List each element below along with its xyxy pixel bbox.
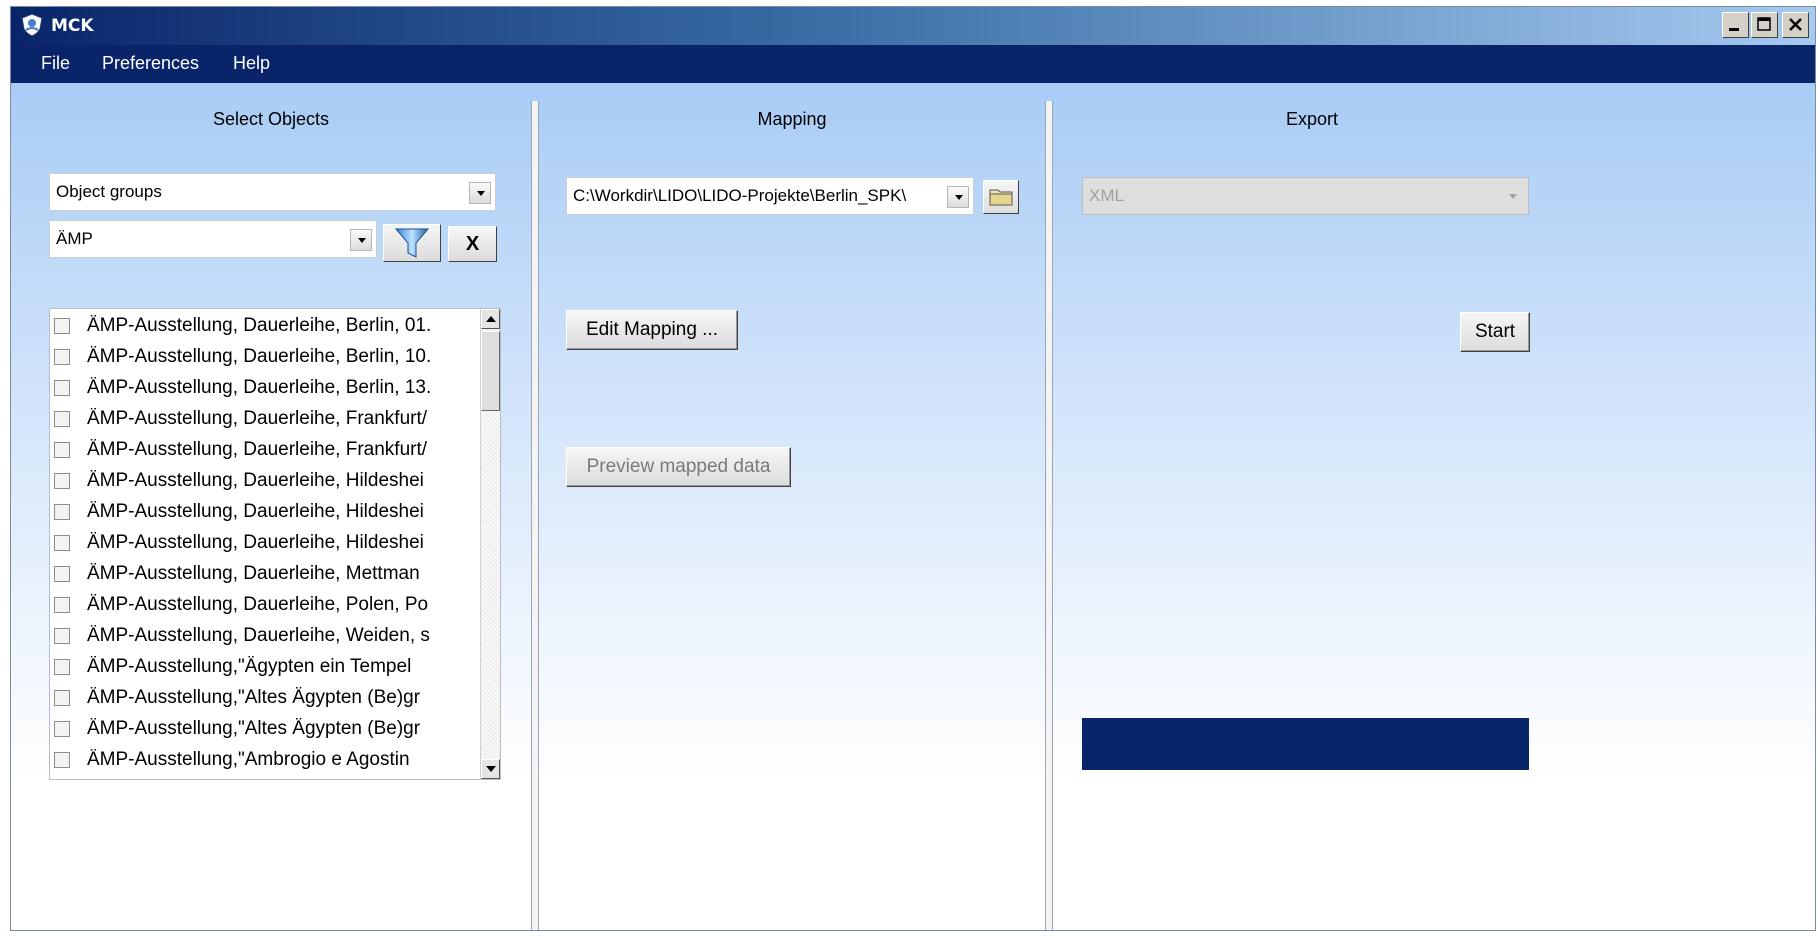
- menu-file[interactable]: File: [41, 53, 70, 74]
- chevron-down-icon: [1502, 186, 1524, 208]
- item-checkbox[interactable]: [54, 659, 70, 675]
- clear-filter-button[interactable]: X: [448, 226, 497, 262]
- item-checkbox[interactable]: [54, 411, 70, 427]
- panel-divider-left[interactable]: [531, 101, 539, 930]
- item-checkbox[interactable]: [54, 721, 70, 737]
- mapping-path-value: C:\Workdir\LIDO\LIDO-Projekte\Berlin_SPK…: [573, 186, 907, 205]
- item-label: ÄMP-Ausstellung, Dauerleihe, Berlin, 10.: [87, 346, 432, 367]
- list-item[interactable]: ÄMP-Ausstellung, Dauerleihe, Berlin, 10.: [50, 343, 482, 374]
- group-value-select[interactable]: ÄMP: [49, 220, 377, 258]
- menu-bar: File Preferences Help: [11, 45, 1815, 83]
- group-value: ÄMP: [56, 229, 93, 248]
- title-bar[interactable]: MCK: [11, 7, 1815, 45]
- export-format-select[interactable]: XML: [1082, 177, 1529, 215]
- item-checkbox[interactable]: [54, 752, 70, 768]
- list-item[interactable]: ÄMP-Ausstellung, Dauerleihe, Weiden, s: [50, 622, 482, 653]
- item-checkbox[interactable]: [54, 690, 70, 706]
- main-area: Select Objects Object groups ÄMP X ÄMP-A…: [11, 83, 1815, 930]
- item-checkbox[interactable]: [54, 380, 70, 396]
- item-checkbox[interactable]: [54, 318, 70, 334]
- item-label: ÄMP-Ausstellung, Dauerleihe, Polen, Po: [87, 594, 429, 615]
- select-objects-title: Select Objects: [212, 109, 330, 129]
- item-checkbox[interactable]: [54, 535, 70, 551]
- item-checkbox[interactable]: [54, 442, 70, 458]
- export-format-value: XML: [1089, 186, 1124, 205]
- list-item[interactable]: ÄMP-Ausstellung, Dauerleihe, Berlin, 13.: [50, 374, 482, 405]
- item-label: ÄMP-Ausstellung, Dauerleihe, Frankfurt/: [87, 408, 428, 429]
- item-label: ÄMP-Ausstellung, Dauerleihe, Mettman: [87, 563, 420, 584]
- close-icon: [1789, 18, 1802, 31]
- start-export-button[interactable]: Start: [1460, 312, 1530, 352]
- list-item[interactable]: ÄMP-Ausstellung, Dauerleihe, Hildeshei: [50, 498, 482, 529]
- item-checkbox[interactable]: [54, 349, 70, 365]
- item-label: ÄMP-Ausstellung, Dauerleihe, Hildeshei: [87, 470, 424, 491]
- scroll-down-icon[interactable]: [481, 759, 500, 779]
- list-item[interactable]: ÄMP-Ausstellung, Dauerleihe, Frankfurt/: [50, 405, 482, 436]
- item-label: ÄMP-Ausstellung, Dauerleihe, Berlin, 01.: [87, 315, 432, 336]
- objects-list-items: ÄMP-Ausstellung, Dauerleihe, Berlin, 01.…: [50, 309, 480, 779]
- item-label: ÄMP-Ausstellung,"Altes Ägypten (Be)gr: [87, 718, 421, 739]
- mapping-title: Mapping: [757, 109, 827, 129]
- list-item[interactable]: ÄMP-Ausstellung,"Ägypten ein Tempel: [50, 653, 482, 684]
- funnel-filter-icon: [394, 228, 430, 258]
- item-checkbox[interactable]: [54, 473, 70, 489]
- scroll-thumb[interactable]: [481, 331, 500, 411]
- maximize-icon: [1757, 17, 1771, 31]
- item-label: ÄMP-Ausstellung, Dauerleihe, Berlin, 13.: [87, 377, 432, 398]
- list-item[interactable]: ÄMP-Ausstellung, Dauerleihe, Polen, Po: [50, 591, 482, 622]
- folder-browse-icon: [989, 189, 1013, 206]
- objects-list: ÄMP-Ausstellung, Dauerleihe, Berlin, 01.…: [49, 308, 501, 780]
- scroll-up-icon[interactable]: [481, 309, 500, 329]
- list-item[interactable]: ÄMP-Ausstellung, Dauerleihe, Hildeshei: [50, 467, 482, 498]
- menu-help[interactable]: Help: [233, 53, 270, 74]
- object-groups-value: Object groups: [56, 182, 162, 201]
- item-checkbox[interactable]: [54, 504, 70, 520]
- preview-mapped-data-button[interactable]: Preview mapped data: [566, 447, 791, 487]
- list-item[interactable]: ÄMP-Ausstellung, Dauerleihe, Hildeshei: [50, 529, 482, 560]
- item-label: ÄMP-Ausstellung, Dauerleihe, Weiden, s: [87, 625, 430, 646]
- export-title: Export: [1285, 109, 1339, 129]
- menu-preferences[interactable]: Preferences: [102, 53, 199, 74]
- item-checkbox[interactable]: [54, 566, 70, 582]
- filter-button[interactable]: [383, 224, 441, 262]
- mapping-path-select[interactable]: C:\Workdir\LIDO\LIDO-Projekte\Berlin_SPK…: [566, 177, 974, 215]
- chevron-down-icon: [947, 186, 969, 208]
- list-scrollbar[interactable]: [480, 309, 500, 779]
- list-item[interactable]: ÄMP-Ausstellung, Dauerleihe, Mettman: [50, 560, 482, 591]
- minimize-icon: [1729, 28, 1739, 31]
- item-label: ÄMP-Ausstellung,"Ägypten ein Tempel: [87, 656, 412, 677]
- chevron-down-icon: [469, 182, 491, 204]
- item-checkbox[interactable]: [54, 628, 70, 644]
- panel-divider-right[interactable]: [1045, 101, 1053, 930]
- shield-logo-icon: [21, 13, 43, 37]
- item-label: ÄMP-Ausstellung,"Altes Ägypten (Be)gr: [87, 687, 421, 708]
- item-label: ÄMP-Ausstellung, Dauerleihe, Hildeshei: [87, 501, 424, 522]
- minimize-button[interactable]: [1722, 12, 1749, 38]
- item-label: ÄMP-Ausstellung,"Ambrogio e Agostin: [87, 749, 410, 770]
- list-item[interactable]: ÄMP-Ausstellung,"Altes Ägypten (Be)gr: [50, 715, 482, 746]
- object-groups-select[interactable]: Object groups: [49, 173, 496, 211]
- close-button[interactable]: [1782, 12, 1809, 38]
- browse-mapping-button[interactable]: [983, 180, 1019, 214]
- chevron-down-icon: [350, 229, 372, 251]
- list-item[interactable]: ÄMP-Ausstellung,"Altes Ägypten (Be)gr: [50, 684, 482, 715]
- window-controls: [1722, 12, 1809, 38]
- edit-mapping-button[interactable]: Edit Mapping ...: [566, 310, 738, 350]
- maximize-button[interactable]: [1751, 12, 1778, 38]
- item-label: ÄMP-Ausstellung, Dauerleihe, Hildeshei: [87, 532, 424, 553]
- item-label: ÄMP-Ausstellung, Dauerleihe, Frankfurt/: [87, 439, 428, 460]
- app-window: MCK File Preferences Help Select Objects…: [10, 6, 1816, 931]
- item-checkbox[interactable]: [54, 597, 70, 613]
- window-title: MCK: [51, 16, 94, 36]
- list-item[interactable]: ÄMP-Ausstellung, Dauerleihe, Berlin, 01.: [50, 312, 482, 343]
- list-item[interactable]: ÄMP-Ausstellung, Dauerleihe, Frankfurt/: [50, 436, 482, 467]
- list-item[interactable]: ÄMP-Ausstellung,"Ambrogio e Agostin: [50, 746, 482, 777]
- export-progress-bar: [1082, 718, 1529, 770]
